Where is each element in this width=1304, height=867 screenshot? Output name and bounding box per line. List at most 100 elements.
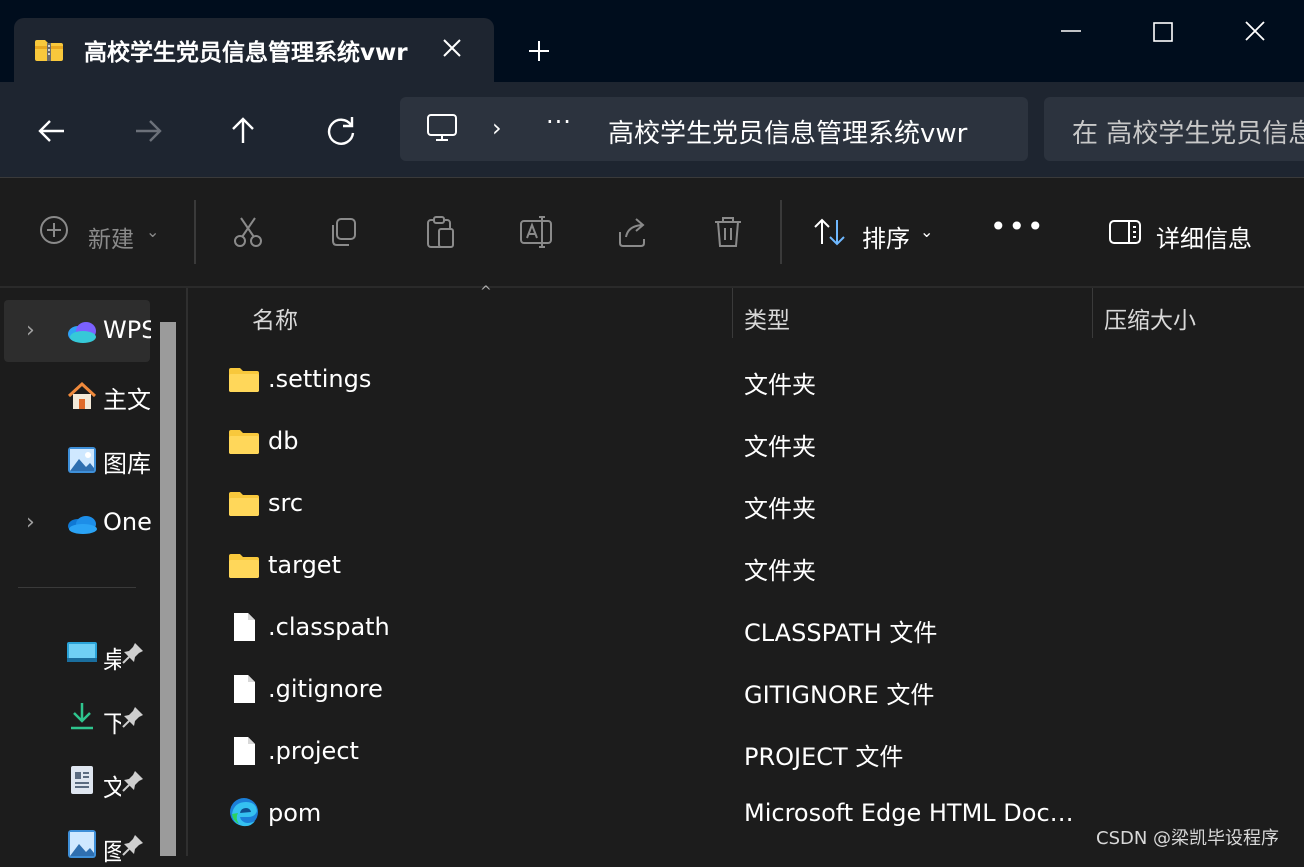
sidebar-pinned-desktop[interactable]: 桌: [103, 640, 121, 675]
file-type: 文件夹: [744, 433, 816, 461]
column-header-name[interactable]: 名称: [252, 301, 298, 335]
new-button[interactable]: [36, 212, 76, 252]
file-icon: [234, 675, 255, 703]
sort-label[interactable]: 排序: [862, 219, 910, 254]
search-input[interactable]: 在 高校学生党员信息管理系统vwr 中搜索: [1072, 113, 1304, 150]
pin-icon: [122, 835, 143, 856]
paste-button[interactable]: [420, 212, 460, 252]
file-name: .classpath: [268, 613, 390, 641]
more-options-button[interactable]: •••: [990, 210, 1046, 243]
file-type: 文件夹: [744, 495, 816, 523]
edge-icon: [230, 798, 258, 827]
pin-icon: [122, 643, 143, 664]
tab-title: 高校学生党员信息管理系统vwr: [84, 40, 408, 66]
chevron-down-icon[interactable]: ⌄: [146, 222, 159, 241]
pin-icon: [122, 707, 143, 728]
file-name: .settings: [268, 365, 372, 393]
address-path[interactable]: 高校学生党员信息管理系统vwr: [608, 113, 972, 150]
rename-button[interactable]: [516, 212, 556, 252]
file-icon: [234, 613, 255, 641]
arrow-left-icon: [38, 120, 64, 142]
column-header-type[interactable]: 类型: [744, 301, 790, 335]
cut-button[interactable]: [228, 212, 268, 252]
tab-close-button[interactable]: [436, 32, 468, 64]
plus-circle-icon: [40, 216, 68, 244]
scissors-icon: [234, 217, 262, 247]
documents-icon: [71, 766, 93, 794]
sidebar-item-gallery[interactable]: 图库: [103, 444, 151, 479]
chevron-right-icon[interactable]: ›: [26, 318, 35, 343]
details-pane-button[interactable]: [1106, 212, 1146, 252]
chevron-right-icon[interactable]: ›: [492, 114, 502, 142]
up-button[interactable]: [220, 108, 266, 154]
sidebar-separator: [18, 587, 136, 588]
copy-icon: [332, 218, 356, 246]
trash-icon: [715, 217, 741, 247]
forward-button[interactable]: [126, 108, 172, 154]
arrow-up-icon: [232, 117, 254, 143]
new-tab-button[interactable]: [522, 34, 556, 68]
column-separator[interactable]: [1092, 288, 1093, 338]
sort-icon: [814, 218, 845, 246]
folder-icon: [229, 430, 259, 454]
sidebar-scrollbar-thumb[interactable]: [160, 322, 176, 856]
refresh-button[interactable]: [318, 108, 364, 154]
close-icon: [443, 39, 461, 57]
maximize-icon: [1153, 22, 1173, 42]
chevron-down-icon[interactable]: ⌄: [920, 222, 933, 241]
column-header-size[interactable]: 压缩大小: [1104, 301, 1196, 335]
file-type: GITIGNORE 文件: [744, 681, 935, 709]
sidebar-pinned-downloads[interactable]: 下: [103, 704, 121, 739]
file-type: Microsoft Edge HTML Document: [744, 799, 1080, 827]
folder-icon: [229, 554, 259, 578]
file-type: CLASSPATH 文件: [744, 619, 938, 647]
toolbar-separator: [780, 200, 782, 264]
plus-icon: [529, 41, 549, 61]
sidebar-pinned-documents[interactable]: 文: [103, 768, 121, 803]
back-button[interactable]: [30, 108, 76, 154]
sidebar-pinned-pictures[interactable]: 图: [103, 832, 121, 867]
downloads-icon: [71, 703, 93, 730]
chevron-right-icon[interactable]: ›: [26, 510, 35, 535]
rename-icon: [520, 216, 552, 248]
copy-button[interactable]: [324, 212, 364, 252]
folder-icon: [229, 492, 259, 516]
maximize-button[interactable]: [1138, 14, 1188, 50]
toolbar-separator: [194, 200, 196, 264]
file-name: src: [268, 489, 304, 517]
watermark-text: CSDN @梁凯毕设程序: [1096, 828, 1280, 849]
file-name: pom: [268, 799, 322, 827]
sort-ascending-icon: ^: [480, 284, 492, 300]
file-name: db: [268, 427, 299, 455]
file-name: .project: [268, 737, 359, 765]
sort-button[interactable]: [810, 212, 850, 252]
gallery-icon: [68, 447, 96, 473]
details-label[interactable]: 详细信息: [1156, 219, 1252, 254]
minimize-button[interactable]: [1046, 14, 1096, 50]
home-icon: [67, 381, 97, 409]
share-button[interactable]: [612, 212, 652, 252]
wps-cloud-icon: [68, 322, 96, 343]
zipped-folder-icon: [35, 40, 63, 61]
file-icon: [234, 737, 255, 765]
file-name: target: [268, 551, 341, 579]
computer-icon: [427, 114, 457, 141]
sidebar-item-wps[interactable]: WPS: [103, 316, 151, 344]
address-more-button[interactable]: ···: [546, 108, 572, 136]
details-pane-icon: [1109, 220, 1141, 244]
close-window-button[interactable]: [1230, 14, 1280, 50]
refresh-icon: [327, 117, 355, 145]
folder-icon: [229, 368, 259, 392]
sidebar-item-home[interactable]: 主文: [103, 380, 151, 415]
clipboard-icon: [427, 216, 454, 248]
share-icon: [619, 218, 645, 247]
pin-icon: [122, 771, 143, 792]
new-label[interactable]: 新建: [88, 220, 134, 254]
file-type: 文件夹: [744, 557, 816, 585]
file-type: PROJECT 文件: [744, 743, 904, 771]
delete-button[interactable]: [708, 212, 748, 252]
sidebar-item-onedrive[interactable]: One: [103, 508, 151, 536]
close-icon: [1245, 21, 1265, 41]
column-separator[interactable]: [732, 288, 733, 338]
arrow-right-icon: [136, 120, 162, 142]
